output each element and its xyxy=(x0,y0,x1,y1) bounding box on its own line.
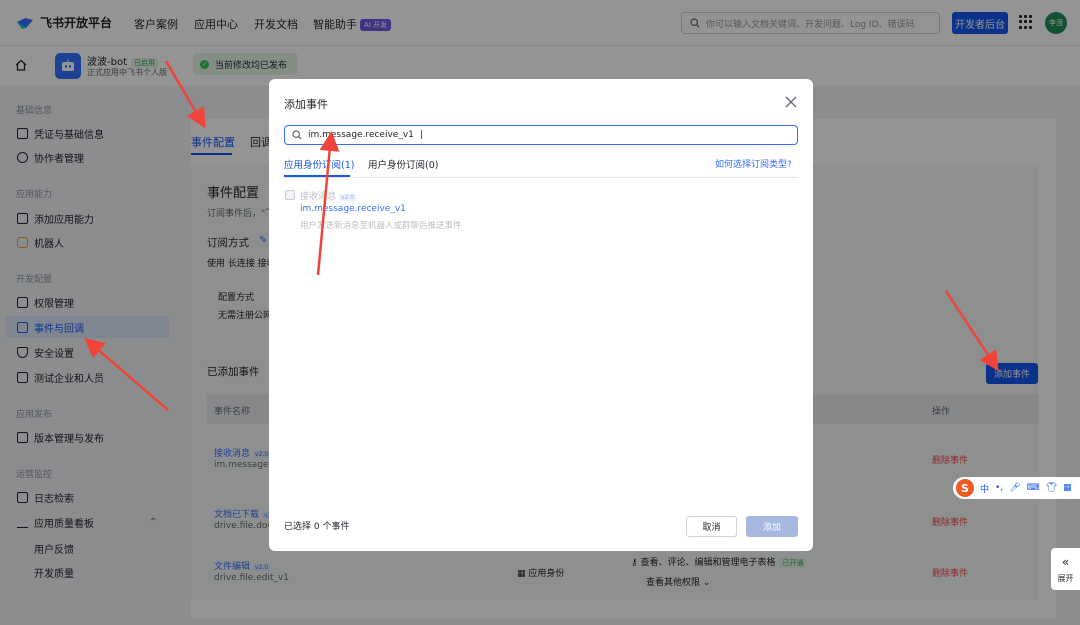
event-search-input[interactable]: im.message.receive_v1 | xyxy=(284,125,798,145)
punctuation-icon[interactable]: •, xyxy=(995,483,1003,493)
event-option-id[interactable]: im.message.receive_v1 xyxy=(300,204,406,214)
confirm-add-button[interactable]: 添加 xyxy=(746,516,798,537)
sogou-logo-icon[interactable]: S xyxy=(956,479,974,497)
event-option-name-text: 接收消息 xyxy=(300,192,337,202)
double-chevron-left-icon: « xyxy=(1061,554,1070,569)
event-checkbox[interactable] xyxy=(285,190,295,200)
selected-count: 已选择 0 个事件 xyxy=(284,522,350,532)
event-option-desc: 用户发送新消息至机器人或群聊后推送事件 xyxy=(300,221,462,231)
ime-language[interactable]: 中 xyxy=(980,482,989,495)
event-search-value: im.message.receive_v1 xyxy=(308,130,414,140)
skin-icon[interactable]: 👕︎ xyxy=(1046,483,1057,493)
cancel-button[interactable]: 取消 xyxy=(686,516,737,537)
search-icon xyxy=(292,130,302,140)
tab-user-identity[interactable]: 用户身份订阅(0) xyxy=(368,157,438,171)
subscription-type-help-link[interactable]: 如何选择订阅类型? xyxy=(715,157,792,170)
tab-app-identity[interactable]: 应用身份订阅(1) xyxy=(284,157,354,171)
dialog-tab-divider xyxy=(284,177,798,178)
expand-panel-button[interactable]: « 展开 xyxy=(1051,548,1080,590)
toolbox-icon[interactable]: ▦ xyxy=(1063,483,1072,493)
add-event-dialog: 添加事件 im.message.receive_v1 | 应用身份订阅(1) 用户… xyxy=(269,79,813,551)
version-tag: v2.0 xyxy=(339,194,357,201)
dialog-title: 添加事件 xyxy=(284,98,328,111)
close-icon[interactable] xyxy=(784,95,798,109)
keyboard-icon[interactable]: ⌨ xyxy=(1027,483,1040,493)
expand-label: 展开 xyxy=(1057,573,1074,583)
ime-toolbar[interactable]: S 中 •, 🎤︎ ⌨ 👕︎ ▦ xyxy=(953,477,1080,499)
event-option-name: 接收消息 v2.0 xyxy=(300,189,357,202)
microphone-icon[interactable]: 🎤︎ xyxy=(1009,483,1020,493)
